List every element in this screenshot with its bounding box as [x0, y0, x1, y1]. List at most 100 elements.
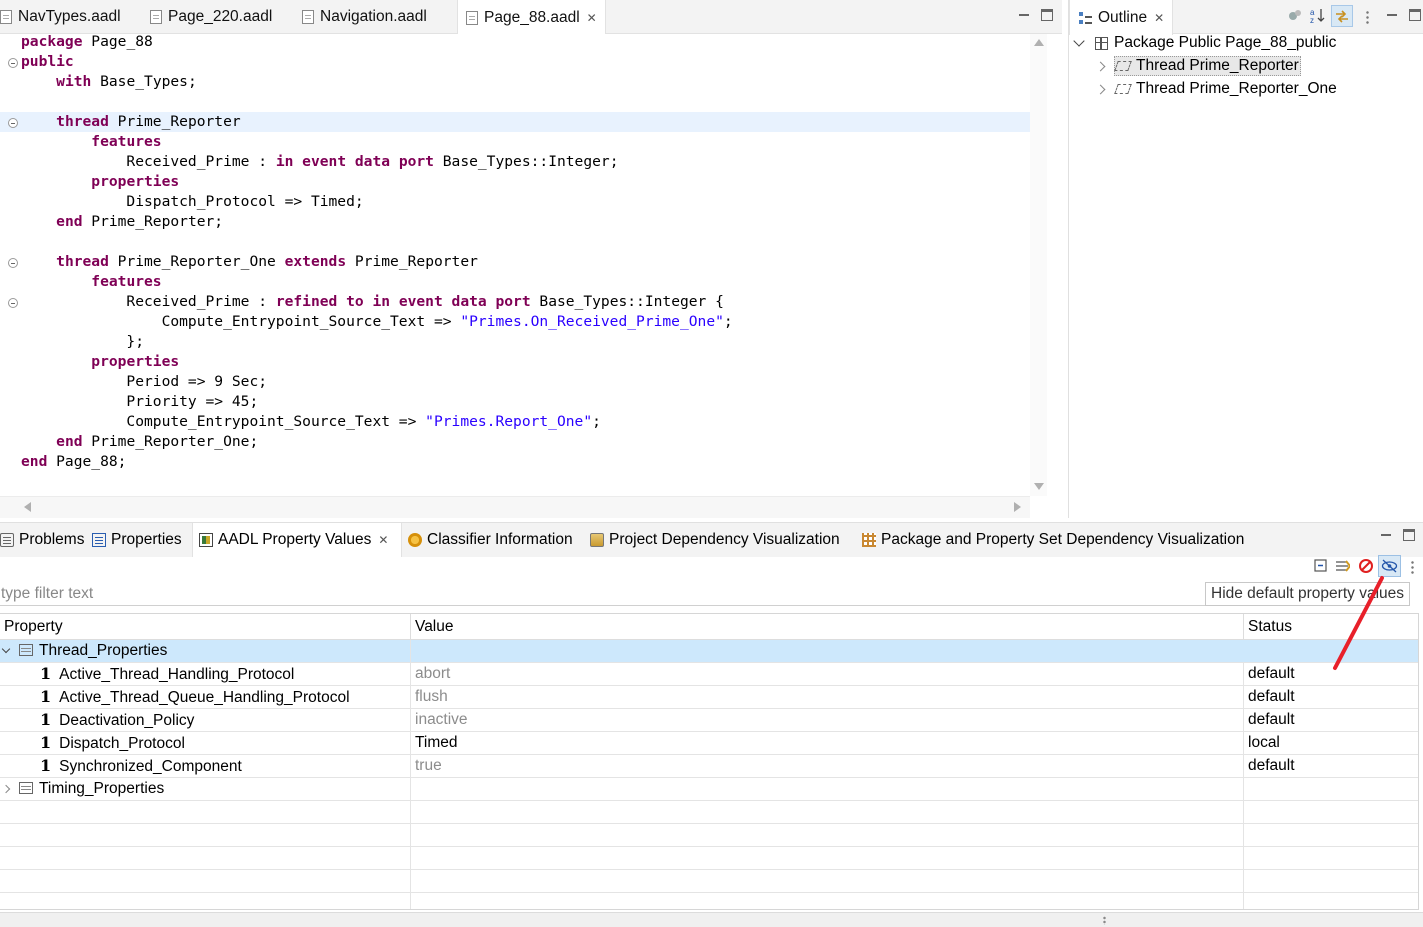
- property-cell: 1 Dispatch_Protocol: [0, 732, 411, 754]
- code-line: end Prime_Reporter;: [21, 212, 223, 232]
- outline-item-prime-reporter-one[interactable]: Thread Prime_Reporter_One: [1095, 78, 1339, 100]
- code-line: };: [21, 332, 144, 352]
- tab-label: Outline: [1098, 8, 1148, 26]
- column-header-value[interactable]: Value: [411, 614, 1244, 640]
- table-row[interactable]: 1 Synchronized_Component true default: [0, 755, 1418, 778]
- fold-icon[interactable]: [8, 58, 18, 68]
- bottom-panel: Problems Properties AADL Property Values…: [0, 522, 1423, 912]
- table-row[interactable]: 1 Active_Thread_Handling_Protocol abort d…: [0, 663, 1418, 686]
- filter-input[interactable]: [0, 582, 1210, 606]
- hide-default-values-button[interactable]: [1378, 555, 1401, 577]
- tab-navigation[interactable]: Navigation.aadl: [294, 0, 435, 34]
- classifier-icon: [408, 533, 422, 547]
- collapse-all-icon[interactable]: [1313, 558, 1329, 574]
- maximize-icon[interactable]: [1403, 529, 1415, 541]
- outline-root-package[interactable]: Package Public Page_88_public: [1073, 32, 1336, 54]
- maximize-icon[interactable]: [1041, 9, 1053, 21]
- code-line: package Page_88: [21, 34, 153, 52]
- value-cell: [411, 778, 1244, 800]
- view-menu-icon[interactable]: [1411, 560, 1414, 574]
- code-string: "Primes.Report_One": [425, 413, 593, 430]
- code-text: Page_88: [82, 34, 153, 50]
- table-row[interactable]: 1 Active_Thread_Queue_Handling_Protocol f…: [0, 686, 1418, 709]
- status-cell: default: [1248, 711, 1295, 728]
- chevron-down-icon[interactable]: [1073, 35, 1085, 47]
- code-text: Base_Types;: [91, 73, 197, 90]
- tab-page220[interactable]: Page_220.aadl: [142, 0, 280, 34]
- property-cell: 1 Deactivation_Policy: [0, 709, 411, 731]
- tab-label: AADL Property Values: [218, 531, 372, 548]
- code-text: };: [21, 333, 145, 350]
- property-cell: 1 Active_Thread_Queue_Handling_Protocol: [0, 686, 411, 708]
- link-icon: [1336, 10, 1348, 23]
- scroll-down-icon[interactable]: [1034, 483, 1044, 490]
- view-menu-icon[interactable]: [1366, 10, 1369, 24]
- scroll-left-icon[interactable]: [24, 502, 31, 512]
- horizontal-scrollbar[interactable]: [0, 496, 1030, 518]
- scroll-right-icon[interactable]: [1014, 502, 1021, 512]
- table-row-group[interactable]: Timing_Properties: [0, 778, 1418, 801]
- tab-navtypes[interactable]: NavTypes.aadl: [0, 0, 129, 34]
- tab-properties[interactable]: Properties: [86, 523, 188, 557]
- tab-label: Classifier Information: [427, 531, 573, 548]
- maximize-icon[interactable]: [1409, 9, 1421, 21]
- vertical-scrollbar[interactable]: [1030, 34, 1047, 496]
- group-cell: Thread_Properties: [0, 640, 411, 662]
- minimize-icon[interactable]: [1386, 9, 1398, 21]
- outline-item-prime-reporter[interactable]: Thread Prime_Reporter: [1095, 55, 1301, 77]
- code-line: Priority => 45;: [21, 392, 258, 412]
- code-keyword: properties: [91, 353, 180, 370]
- fold-icon[interactable]: [8, 118, 18, 128]
- code-line: Received_Prime : in event data port Base…: [21, 152, 618, 172]
- chevron-down-icon[interactable]: [1, 644, 11, 654]
- outline-item[interactable]: Thread Prime_Reporter_One: [1114, 80, 1339, 98]
- status-cell: default: [1248, 688, 1295, 705]
- minimize-icon[interactable]: [1018, 9, 1030, 21]
- code-keyword: end: [21, 453, 48, 470]
- property-name: Deactivation_Policy: [59, 712, 195, 729]
- table-row[interactable]: 1 Dispatch_Protocol Timed local: [0, 732, 1418, 755]
- stop-icon[interactable]: [1358, 558, 1374, 574]
- chevron-right-icon[interactable]: [1095, 61, 1106, 71]
- tab-project-dependency[interactable]: Project Dependency Visualization: [584, 523, 846, 557]
- close-icon[interactable]: ✕: [587, 11, 597, 25]
- tab-problems[interactable]: Problems: [0, 523, 90, 557]
- chevron-right-icon[interactable]: [1095, 84, 1106, 94]
- column-header-status[interactable]: Status: [1244, 614, 1418, 640]
- link-with-editor-button[interactable]: [1331, 5, 1353, 27]
- column-header-property[interactable]: Property: [0, 614, 411, 640]
- tab-classifier-information[interactable]: Classifier Information: [402, 523, 579, 557]
- scroll-up-icon[interactable]: [1034, 39, 1044, 46]
- close-icon[interactable]: ✕: [1154, 11, 1164, 25]
- fold-icon[interactable]: [8, 298, 18, 308]
- selected-item[interactable]: Thread Prime_Reporter: [1114, 56, 1301, 76]
- table-row[interactable]: 1 Deactivation_Policy inactive default: [0, 709, 1418, 732]
- code-text: Prime_Reporter: [346, 253, 478, 270]
- code-keyword: features: [91, 273, 162, 290]
- tab-label: NavTypes.aadl: [18, 8, 121, 25]
- code-text: Prime_Reporter_One;: [82, 433, 259, 450]
- value-cell: Timed: [411, 732, 1244, 754]
- tab-page88[interactable]: Page_88.aadl ✕: [457, 0, 606, 35]
- code-string: "Primes.On_Received_Prime_One": [460, 313, 724, 330]
- expand-all-icon[interactable]: [1334, 558, 1350, 574]
- table-row-empty: [0, 801, 1418, 824]
- close-icon[interactable]: ✕: [378, 533, 388, 547]
- code-line: thread Prime_Reporter: [21, 112, 241, 132]
- minimize-icon[interactable]: [1380, 529, 1392, 541]
- property-name: Active_Thread_Queue_Handling_Protocol: [59, 689, 350, 706]
- thread-icon: [1114, 84, 1132, 94]
- code-text: Page_88;: [47, 453, 127, 470]
- fold-icon[interactable]: [8, 258, 18, 268]
- table-row-empty: [0, 847, 1418, 870]
- tab-outline[interactable]: Outline ✕: [1069, 0, 1174, 35]
- filter-icon[interactable]: [1287, 8, 1303, 24]
- sort-az-icon[interactable]: a z: [1310, 7, 1326, 23]
- table-row-group[interactable]: Thread_Properties: [0, 640, 1418, 663]
- code-editor[interactable]: package Page_88 public with Base_Types; t…: [0, 34, 1030, 496]
- tab-aadl-property-values[interactable]: AADL Property Values ✕: [192, 523, 402, 557]
- tab-package-property-set-dependency[interactable]: Package and Property Set Dependency Visu…: [856, 523, 1250, 557]
- chevron-right-icon[interactable]: [1, 784, 11, 794]
